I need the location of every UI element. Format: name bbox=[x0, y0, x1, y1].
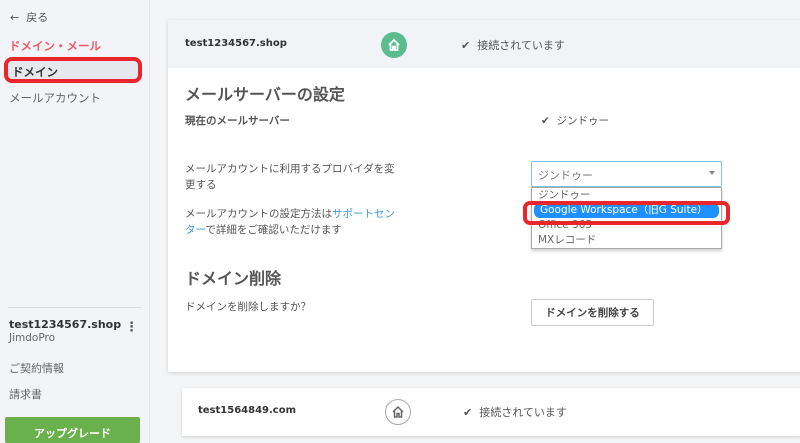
upgrade-button[interactable]: アップグレード bbox=[5, 417, 140, 443]
site-plan: JimdoPro bbox=[9, 332, 55, 344]
divider bbox=[8, 307, 142, 308]
site-name: test1234567.shop bbox=[9, 318, 122, 331]
current-server-label: 現在のメールサーバー bbox=[185, 115, 290, 127]
check-icon: ✔ bbox=[541, 115, 557, 127]
home-icon bbox=[381, 32, 407, 58]
domain-card-header[interactable]: test1234567.shop ✔ 接続されています bbox=[168, 20, 800, 68]
home-icon bbox=[385, 399, 411, 425]
section-title: ドメイン・メール bbox=[9, 39, 101, 53]
sidebar-item-invoice[interactable]: 請求書 bbox=[9, 386, 42, 402]
help-text: メールアカウントの設定方法はサポートセン ターで詳細をご確認いただけます bbox=[185, 208, 395, 236]
option-mx-record[interactable]: MXレコード bbox=[532, 233, 721, 248]
domain-card[interactable]: test1564849.com ✔ 接続されています bbox=[182, 388, 800, 436]
check-icon: ✔ bbox=[461, 39, 478, 52]
provider-select[interactable]: ジンドゥー bbox=[531, 161, 722, 187]
check-icon: ✔ bbox=[463, 406, 480, 419]
current-server-value: ✔ ジンドゥー bbox=[541, 115, 609, 127]
domain-card-expanded: test1234567.shop ✔ 接続されています メールサーバーの設定 現… bbox=[168, 20, 800, 372]
arrow-left-icon: ← bbox=[10, 11, 27, 24]
sidebar-item-contract[interactable]: ご契約情報 bbox=[9, 360, 64, 376]
support-center-link[interactable]: サポートセン bbox=[332, 208, 395, 220]
support-center-link[interactable]: ター bbox=[185, 224, 205, 236]
sidebar: ← 戻る ドメイン・メール ドメイン メールアカウント test1234567.… bbox=[0, 0, 150, 443]
provider-label: メールアカウントに利用するプロバイダを変 更する bbox=[185, 163, 395, 191]
chevron-down-icon bbox=[709, 171, 715, 175]
back-link[interactable]: ← 戻る bbox=[10, 9, 48, 25]
sidebar-item-domain[interactable]: ドメイン bbox=[4, 57, 142, 83]
mail-settings-title: メールサーバーの設定 bbox=[185, 85, 345, 104]
highlight-annotation bbox=[523, 201, 730, 225]
delete-title: ドメイン削除 bbox=[185, 269, 282, 288]
connection-status: ✔ 接続されています bbox=[461, 39, 565, 52]
connection-status: ✔ 接続されています bbox=[463, 406, 567, 419]
more-options-icon[interactable]: ⋮ bbox=[125, 320, 138, 335]
domain-name: test1234567.shop bbox=[185, 38, 287, 49]
domain-name: test1564849.com bbox=[198, 405, 297, 416]
delete-domain-button[interactable]: ドメインを削除する bbox=[531, 299, 654, 326]
sidebar-item-mail-account[interactable]: メールアカウント bbox=[9, 90, 101, 106]
delete-question: ドメインを削除しますか？ bbox=[185, 301, 311, 313]
